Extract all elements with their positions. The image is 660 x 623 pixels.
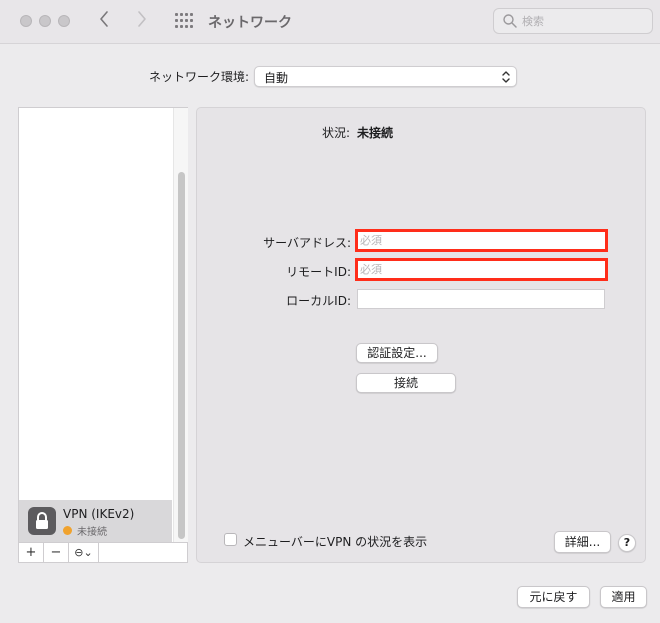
location-value: 自動 (264, 71, 289, 85)
service-list-toolbar: + − ⊖⌄ (18, 543, 188, 563)
status-label: 状況: (321, 126, 350, 140)
local-id-field[interactable] (357, 289, 605, 309)
server-address-field[interactable] (355, 229, 608, 252)
location-label: ネットワーク環境: (149, 70, 250, 84)
connect-button[interactable]: 接続 (356, 373, 456, 393)
show-vpn-status-label: メニューバーにVPN の状況を表示 (243, 535, 428, 549)
chevron-right-icon (138, 11, 146, 27)
search-input[interactable] (522, 12, 646, 30)
zoom-window-button[interactable] (58, 15, 70, 27)
show-vpn-status-checkbox[interactable] (224, 533, 237, 546)
back-button[interactable] (98, 10, 110, 34)
status-value: 未接続 (357, 126, 394, 140)
service-list-scrollbar[interactable] (173, 108, 188, 542)
chevron-updown-icon (502, 71, 510, 83)
service-name: VPN (IKEv2) (63, 507, 135, 521)
help-button[interactable]: ? (618, 534, 636, 552)
window-titlebar: ネットワーク (0, 0, 660, 44)
forward-button[interactable] (136, 10, 148, 34)
search-icon (503, 14, 517, 28)
location-select[interactable]: 自動 (254, 66, 517, 87)
close-window-button[interactable] (20, 15, 32, 27)
window-title: ネットワーク (208, 15, 292, 31)
advanced-button[interactable]: 詳細... (554, 531, 611, 553)
service-item-vpn[interactable]: VPN (IKEv2) 未接続 (19, 500, 172, 542)
service-status: 未接続 (77, 527, 107, 538)
status-dot-icon (63, 526, 72, 535)
action-menu-button[interactable]: ⊖⌄ (69, 543, 99, 562)
remote-id-label: リモートID: (286, 265, 351, 279)
remove-service-button[interactable]: − (44, 543, 69, 562)
detail-panel (196, 107, 646, 563)
minimize-window-button[interactable] (39, 15, 51, 27)
revert-button[interactable]: 元に戻す (517, 586, 590, 608)
lock-icon (28, 507, 56, 535)
search-field[interactable] (493, 8, 653, 34)
service-list[interactable]: VPN (IKEv2) 未接続 (18, 107, 188, 543)
server-address-label: サーバアドレス: (263, 236, 351, 250)
scrollbar-thumb[interactable] (178, 172, 185, 539)
apply-button[interactable]: 適用 (600, 586, 647, 608)
chevron-left-icon (100, 11, 108, 27)
authentication-settings-button[interactable]: 認証設定... (356, 343, 438, 363)
local-id-label: ローカルID: (286, 294, 351, 308)
add-service-button[interactable]: + (19, 543, 44, 562)
remote-id-field[interactable] (355, 258, 608, 281)
show-all-grid-icon[interactable] (175, 13, 193, 29)
